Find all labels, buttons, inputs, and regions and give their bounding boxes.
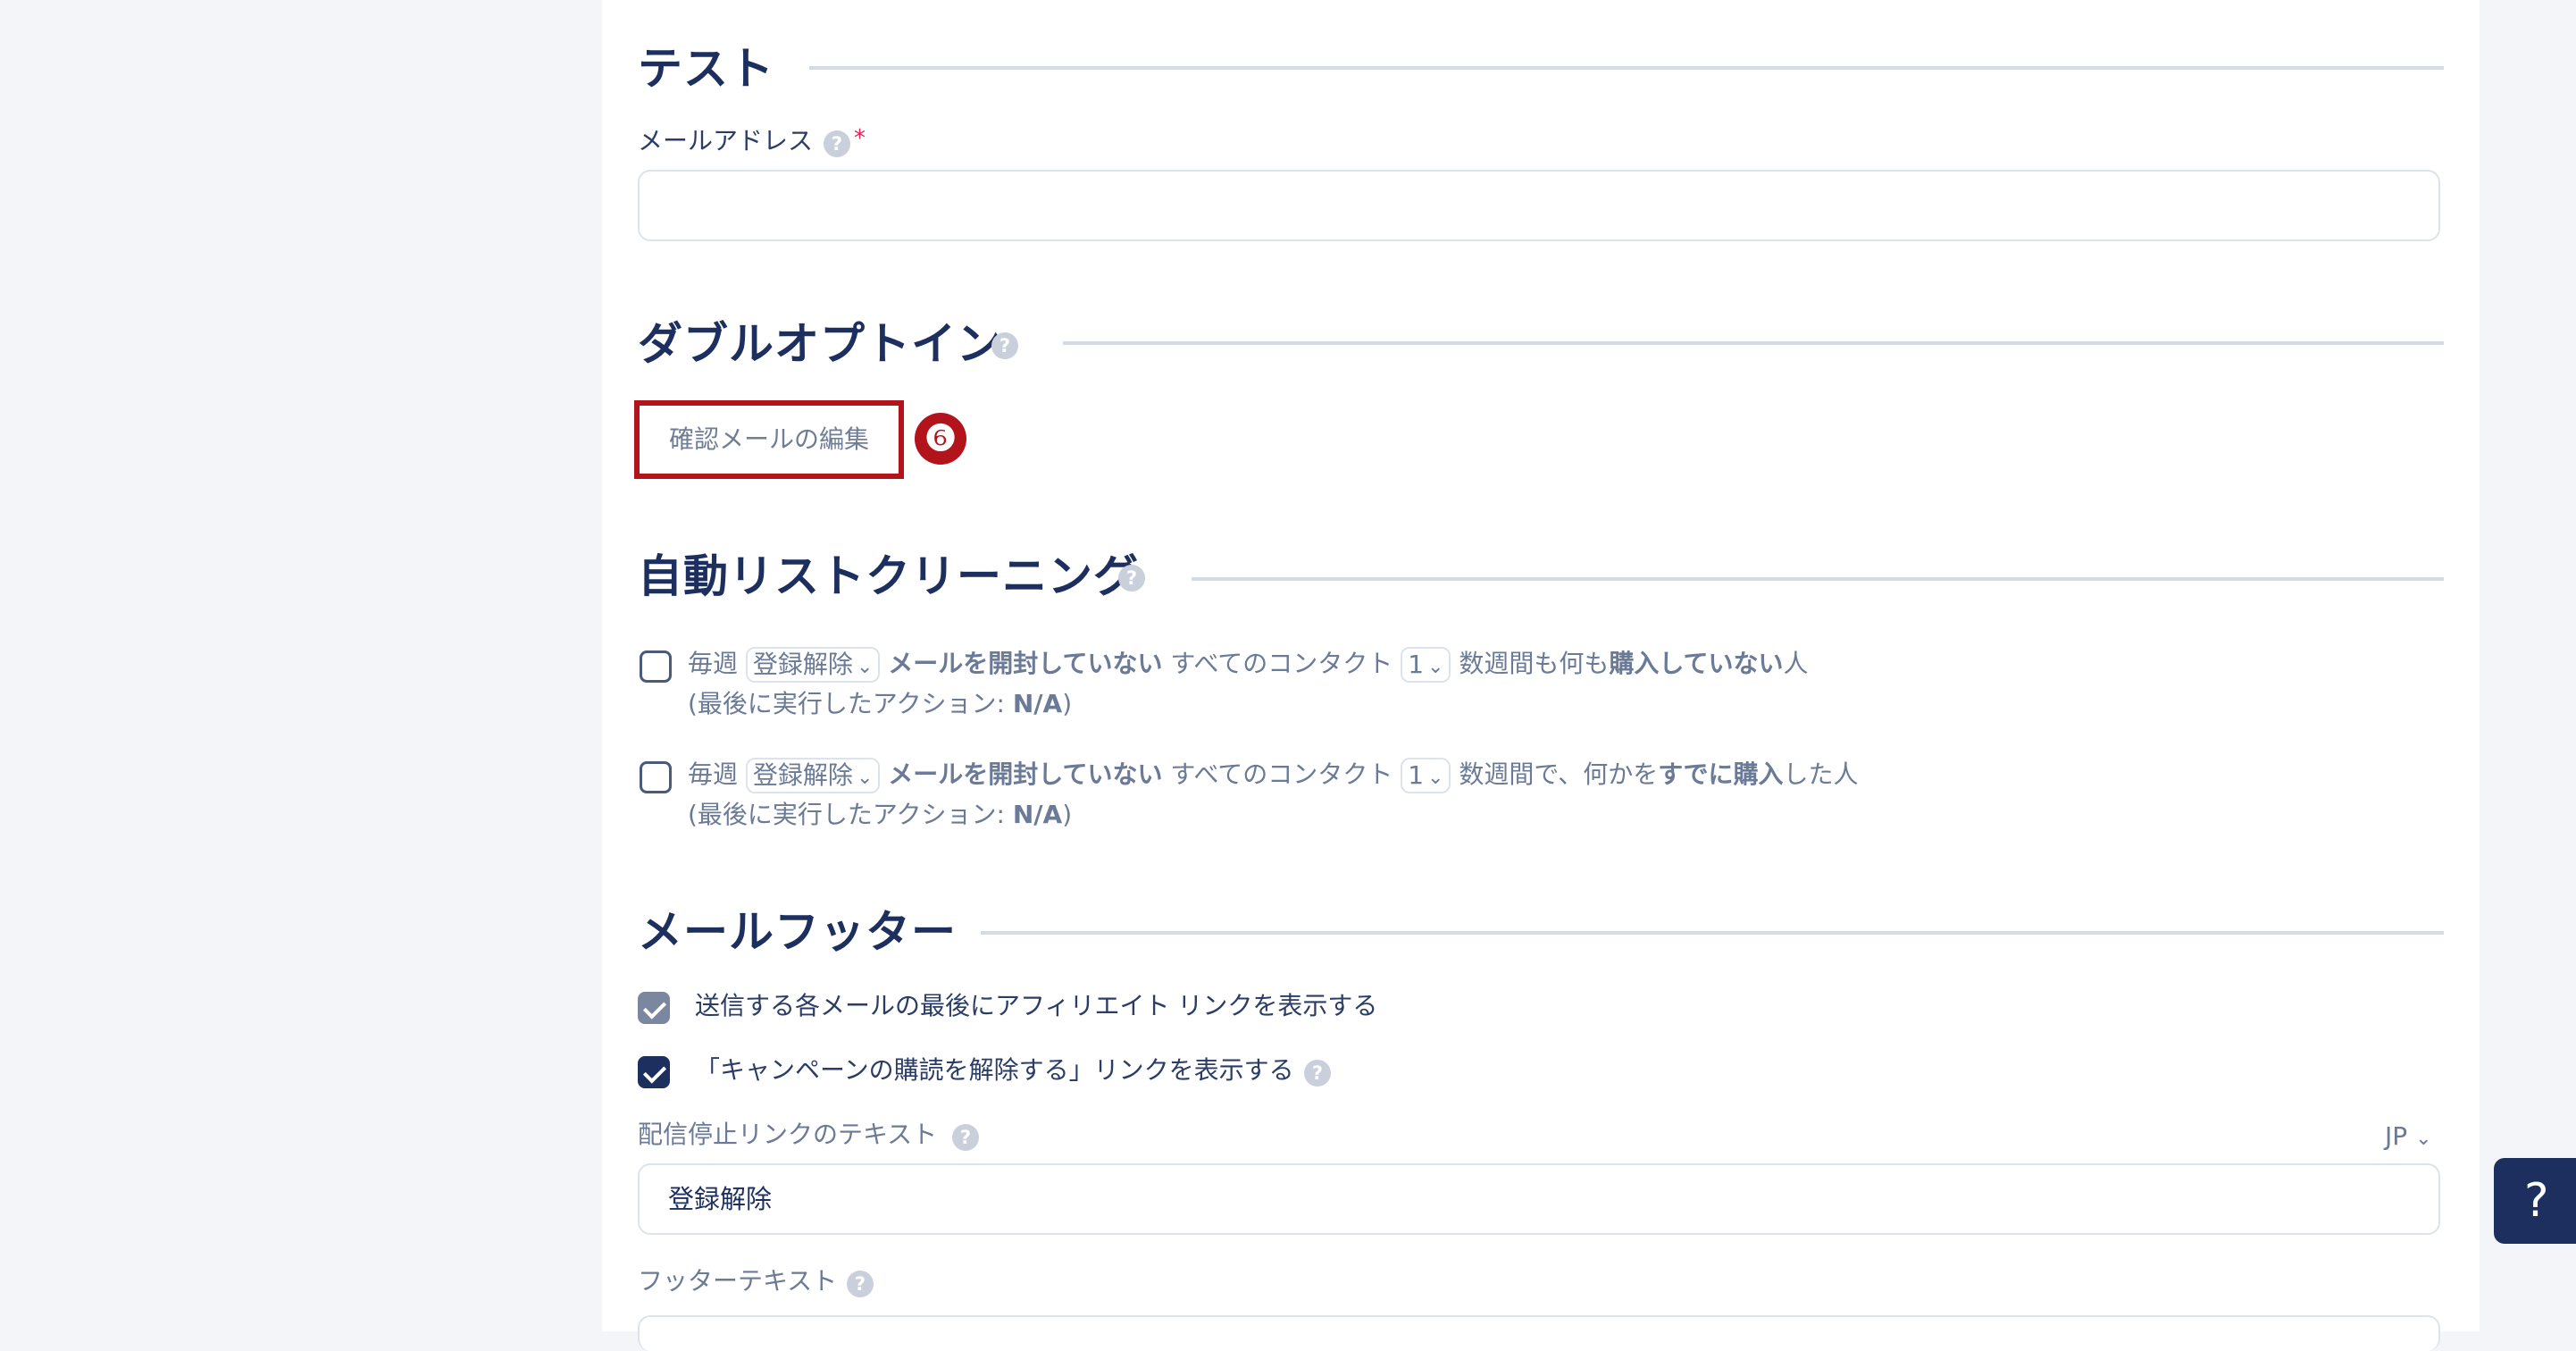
callout-number-badge: ❻ <box>915 413 966 465</box>
section-divider <box>981 931 2444 935</box>
required-mark: * <box>854 125 866 152</box>
rule-weeks-value: 1 <box>1408 650 1425 679</box>
chevron-down-icon: ⌄ <box>856 656 874 678</box>
affiliate-link-label: 送信する各メールの最後にアフィリエイト リンクを表示する <box>695 991 1378 1020</box>
rule-condition: メールを開封していない <box>888 649 1163 678</box>
chevron-down-icon: ⌄ <box>856 767 874 789</box>
rule-weeks-select[interactable]: 1 ⌄ <box>1401 647 1451 683</box>
rule-action-select[interactable]: 登録解除 ⌄ <box>745 758 881 793</box>
rule-condition: メールを開封していない <box>888 759 1163 789</box>
unsubscribe-text-label: 配信停止リンクのテキスト <box>638 1120 938 1149</box>
help-circle-icon[interactable]: ? <box>1118 565 1145 592</box>
last-run-value: N/A <box>1012 800 1063 829</box>
last-run-prefix: (最後に実行したアクション: <box>688 800 1013 829</box>
last-run-suffix: ) <box>1062 689 1073 718</box>
footer-text-input[interactable] <box>638 1315 2440 1351</box>
email-input[interactable] <box>638 170 2440 241</box>
checkmark-icon <box>642 1060 667 1084</box>
rule-action-value: 登録解除 <box>752 650 853 679</box>
unsubscribe-link-label: 「キャンペーンの購読を解除する」リンクを表示する <box>695 1055 1294 1085</box>
rule-middle: すべてのコンタクト <box>1170 649 1393 678</box>
rule-tail-a: 数週間も何も <box>1459 649 1610 678</box>
last-run-value: N/A <box>1012 689 1063 718</box>
unsubscribe-text-input[interactable]: 登録解除 <box>638 1163 2440 1235</box>
help-button[interactable]: ? <box>2494 1158 2576 1244</box>
checkmark-icon <box>642 995 667 1020</box>
help-circle-icon[interactable]: ? <box>824 130 850 157</box>
help-circle-icon[interactable]: ? <box>991 332 1018 359</box>
auto-clean-rule-2-checkbox[interactable] <box>640 761 672 793</box>
section-divider <box>809 66 2444 70</box>
rule-tail-b: 人 <box>1783 649 1809 678</box>
rule-weeks-value: 1 <box>1408 760 1425 790</box>
rule-tail-bold: 購入していない <box>1609 649 1784 678</box>
help-circle-icon[interactable]: ? <box>1304 1060 1331 1087</box>
rule-weeks-select[interactable]: 1 ⌄ <box>1401 758 1451 793</box>
rule-tail-b: した人 <box>1783 759 1859 789</box>
auto-clean-rule-2-last-run: (最後に実行したアクション: N/A) <box>688 802 1072 827</box>
language-value: JP <box>2385 1121 2408 1151</box>
rule-tail-a: 数週間で、何かを <box>1459 759 1659 789</box>
language-select[interactable]: JP ⌄ <box>2385 1124 2432 1149</box>
last-run-prefix: (最後に実行したアクション: <box>688 689 1013 718</box>
email-label: メールアドレス <box>638 126 814 155</box>
auto-clean-rule-1: 毎週 登録解除 ⌄ メールを開封していない すべてのコンタクト 1 ⌄ 数週間も何も… <box>688 647 1809 683</box>
help-circle-icon[interactable]: ? <box>847 1271 874 1297</box>
help-circle-icon[interactable]: ? <box>952 1124 979 1151</box>
rule-action-value: 登録解除 <box>752 760 853 790</box>
affiliate-link-checkbox[interactable] <box>638 992 670 1024</box>
section-divider <box>1192 577 2444 581</box>
auto-clean-rule-1-last-run: (最後に実行したアクション: N/A) <box>688 692 1072 717</box>
last-run-suffix: ) <box>1062 800 1073 829</box>
section-title-footer: メールフッター <box>638 906 957 958</box>
rule-prefix: 毎週 <box>688 649 739 678</box>
auto-clean-rule-1-checkbox[interactable] <box>640 650 672 683</box>
chevron-down-icon: ⌄ <box>2415 1128 2432 1150</box>
rule-middle: すべてのコンタクト <box>1170 759 1393 789</box>
unsubscribe-link-checkbox[interactable] <box>638 1056 670 1088</box>
chevron-down-icon: ⌄ <box>1427 656 1444 678</box>
section-divider <box>1063 341 2444 345</box>
section-title-auto-clean: 自動リストクリーニング <box>638 550 1139 602</box>
auto-clean-rule-2: 毎週 登録解除 ⌄ メールを開封していない すべてのコンタクト 1 ⌄ 数週間で、何… <box>688 758 1859 793</box>
section-title-double-optin: ダブルオプトイン <box>638 318 1002 370</box>
rule-action-select[interactable]: 登録解除 ⌄ <box>745 647 881 683</box>
edit-confirmation-email-button[interactable]: 確認メールの編集 <box>634 400 904 479</box>
rule-tail-bold: すでに購入 <box>1658 759 1784 789</box>
section-title-test: テスト <box>638 43 774 95</box>
footer-text-label: フッターテキスト <box>638 1266 838 1296</box>
rule-prefix: 毎週 <box>688 759 739 789</box>
chevron-down-icon: ⌄ <box>1427 767 1444 789</box>
